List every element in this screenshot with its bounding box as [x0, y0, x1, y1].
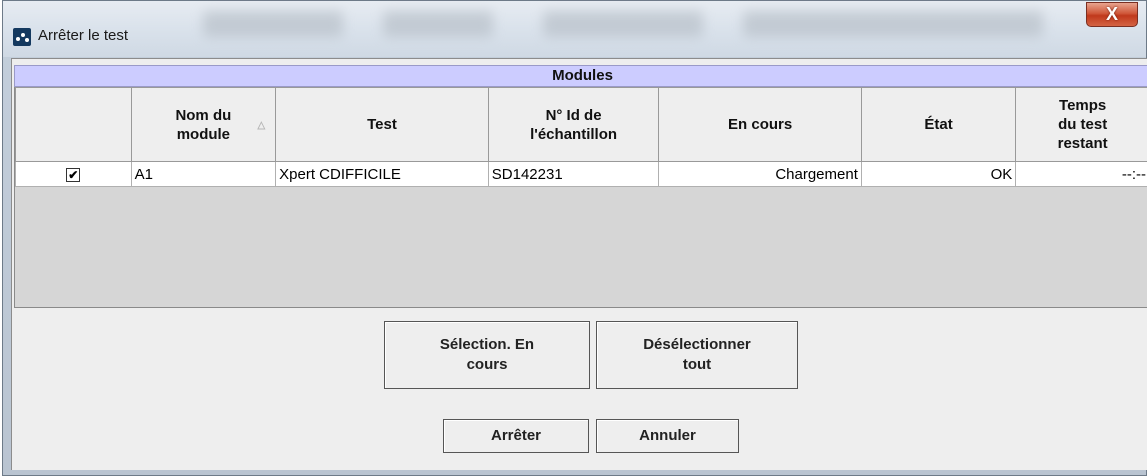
row-select-cell[interactable]: ✔ [15, 161, 132, 187]
dialog-content: Modules Nom du module △ Test N° Id de l'… [11, 58, 1147, 470]
header-in-progress-label: En cours [728, 116, 793, 133]
title-bar[interactable]: Arrêter le test X [3, 1, 1146, 57]
header-state[interactable]: État [860, 87, 1017, 162]
header-module-name-label: Nom du module [175, 106, 232, 143]
app-icon [13, 28, 31, 46]
table-row[interactable]: ✔ A1 Xpert CDIFFICILE SD142231 Chargemen… [15, 161, 1147, 187]
modules-table-area: Nom du module △ Test N° Id de l'échantil… [14, 87, 1147, 308]
sort-ascending-icon: △ [257, 120, 266, 131]
cell-test[interactable]: Xpert CDIFFICILE [275, 161, 489, 187]
close-button[interactable]: X [1086, 2, 1138, 27]
stop-test-dialog: Arrêter le test X Modules Nom du module … [2, 0, 1147, 476]
header-time-remaining[interactable]: Temps du test restant [1015, 87, 1147, 162]
header-time-remaining-label: Temps du test restant [1057, 97, 1108, 152]
header-sample-id[interactable]: N° Id de l'échantillon [487, 87, 660, 162]
cell-sample-id[interactable]: SD142231 [487, 161, 660, 187]
stop-button[interactable]: Arrêter [443, 419, 589, 453]
header-test-label: Test [367, 116, 397, 133]
header-test[interactable]: Test [275, 87, 489, 162]
select-in-progress-button[interactable]: Sélection. En cours [384, 321, 590, 389]
window-title: Arrêter le test [38, 27, 129, 44]
cell-state[interactable]: OK [860, 161, 1017, 187]
cancel-button[interactable]: Annuler [596, 419, 739, 453]
modules-header: Modules [14, 65, 1147, 87]
header-in-progress[interactable]: En cours [658, 87, 862, 162]
header-select[interactable] [15, 87, 132, 162]
select-in-progress-label: Sélection. En cours [439, 336, 535, 373]
header-sample-id-label: N° Id de l'échantillon [530, 106, 618, 143]
cancel-label: Annuler [639, 427, 696, 444]
modules-table: Nom du module △ Test N° Id de l'échantil… [15, 87, 1147, 187]
header-module-name[interactable]: Nom du module △ [130, 87, 277, 162]
header-state-label: État [924, 116, 953, 133]
row-select-checkbox[interactable]: ✔ [66, 167, 81, 182]
deselect-all-label: Désélectionner tout [643, 336, 751, 373]
deselect-all-button[interactable]: Désélectionner tout [596, 321, 798, 389]
cell-in-progress[interactable]: Chargement [658, 161, 862, 187]
stop-label: Arrêter [490, 427, 542, 444]
cell-module-name[interactable]: A1 [130, 161, 277, 187]
cell-time-remaining[interactable]: --:-- [1015, 161, 1147, 187]
